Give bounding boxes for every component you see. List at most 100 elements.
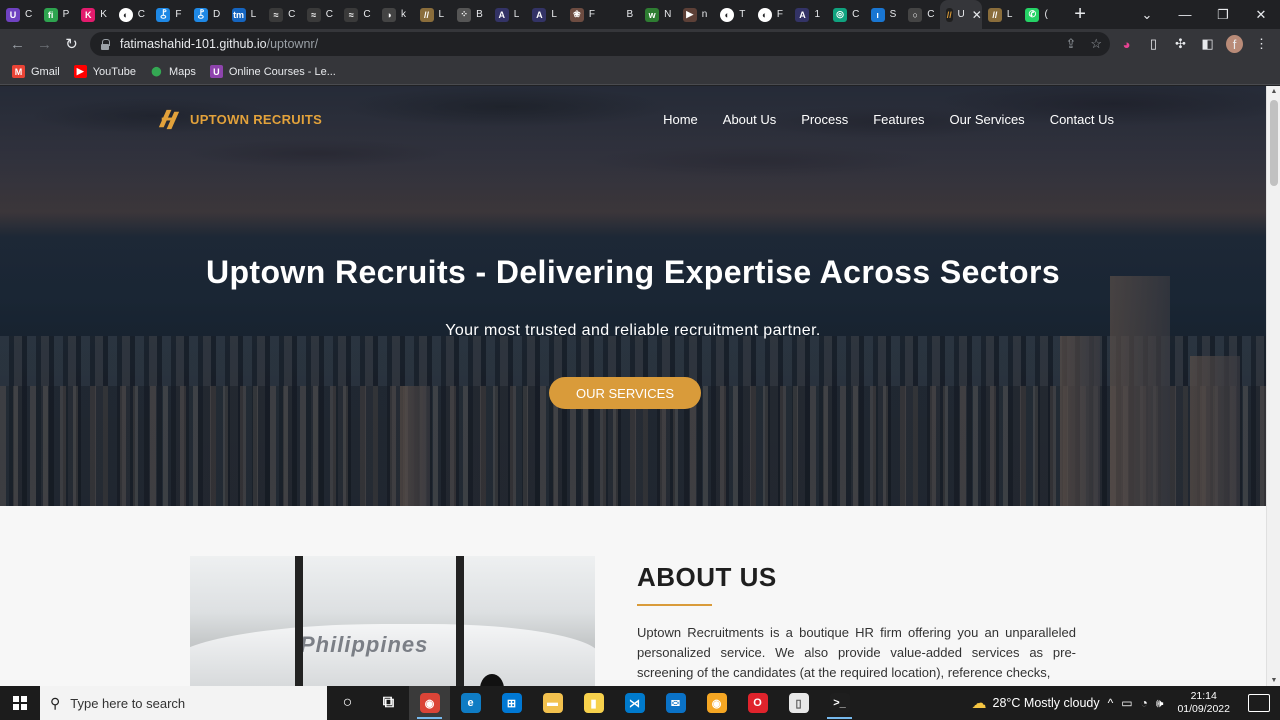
- browser-tab[interactable]: AL: [489, 0, 527, 29]
- menu-icon[interactable]: ⋮: [1253, 36, 1270, 52]
- side-panel-icon[interactable]: ◧: [1199, 36, 1216, 52]
- tab-title: C: [25, 9, 33, 20]
- file-explorer-taskbar-button[interactable]: ▬: [532, 686, 573, 720]
- lock-icon[interactable]: [100, 38, 110, 50]
- nav-link-features[interactable]: Features: [873, 112, 924, 127]
- browser-tab[interactable]: ❀ F: [564, 0, 602, 29]
- browser-tab[interactable]: ⯛ D: [188, 0, 226, 29]
- task-view-taskbar-button[interactable]: ⧉: [368, 686, 409, 720]
- show-hidden-icons-icon[interactable]: ^: [1108, 696, 1114, 710]
- opera-taskbar-button[interactable]: O: [737, 686, 778, 720]
- browser-tab[interactable]: tm L: [226, 0, 264, 29]
- browser-tab[interactable]: ⯛ F: [150, 0, 188, 29]
- browser-tab[interactable]: ◎ C: [827, 0, 865, 29]
- vscode-taskbar-button[interactable]: ⋊: [614, 686, 655, 720]
- mail-taskbar-button[interactable]: ✉: [655, 686, 696, 720]
- browser-tab[interactable]: wN: [639, 0, 677, 29]
- forward-button[interactable]: →: [31, 36, 58, 53]
- profile-avatar[interactable]: f: [1226, 35, 1243, 53]
- browser-tab[interactable]: // L: [414, 0, 452, 29]
- cortana-taskbar-button[interactable]: ○: [327, 686, 368, 720]
- browser-tab[interactable]: ≈ C: [263, 0, 301, 29]
- nav-link-process[interactable]: Process: [801, 112, 848, 127]
- volume-icon[interactable]: 🕪: [1156, 696, 1164, 711]
- taskbar-search[interactable]: ⚲ Type here to search: [40, 686, 327, 720]
- browser-tab[interactable]: ◑ k: [376, 0, 414, 29]
- tab-favicon-icon: ▶: [682, 7, 697, 22]
- nav-link-our-services[interactable]: Our Services: [950, 112, 1025, 127]
- extensions-icon[interactable]: ✣: [1172, 36, 1189, 52]
- reading-mode-icon[interactable]: ▯: [1145, 36, 1162, 52]
- minimize-icon[interactable]: —: [1166, 7, 1204, 22]
- bookmark-label: Maps: [168, 65, 196, 78]
- tab-title: T: [739, 9, 746, 20]
- notepad-taskbar-button[interactable]: ▯: [778, 686, 819, 720]
- browser-tab[interactable]: ≈ C: [301, 0, 339, 29]
- browser-tab[interactable]: ◐ T: [714, 0, 752, 29]
- page-scrollbar[interactable]: ▲ ▼: [1266, 86, 1280, 686]
- wifi-icon[interactable]: ◔: [1141, 696, 1148, 710]
- bookmark-item[interactable]: ⬤ Maps: [150, 65, 196, 78]
- restore-icon[interactable]: ❐: [1204, 7, 1242, 23]
- tab-title: C: [288, 9, 296, 20]
- our-services-button[interactable]: OUR SERVICES: [549, 377, 701, 409]
- scroll-up-icon[interactable]: ▲: [1270, 88, 1278, 95]
- terminal-taskbar-button[interactable]: >_: [819, 686, 860, 720]
- browser-tab[interactable]: ıS: [865, 0, 903, 29]
- browser-tab[interactable]: ≈ C: [338, 0, 376, 29]
- edge-taskbar-button[interactable]: e: [450, 686, 491, 720]
- clock[interactable]: 21:14 01/09/2022: [1177, 690, 1230, 716]
- browser-tab[interactable]: fi P: [38, 0, 76, 29]
- bookmark-item[interactable]: M Gmail: [12, 65, 60, 78]
- tab-title: D: [212, 9, 221, 20]
- browser-tab[interactable]: UC: [0, 0, 38, 29]
- browser-tab[interactable]: AL: [526, 0, 564, 29]
- back-button[interactable]: ←: [4, 36, 31, 53]
- battery-icon[interactable]: ▭: [1121, 696, 1132, 710]
- tab-title: n: [701, 9, 708, 20]
- bookmark-item[interactable]: U Online Courses - Le...: [209, 65, 336, 78]
- start-button[interactable]: [0, 686, 40, 720]
- tab-close-icon[interactable]: ✕: [972, 8, 982, 22]
- browser-tab[interactable]: ⁘ B: [451, 0, 489, 29]
- chrome-canary-icon: ◉: [706, 693, 727, 713]
- chrome-icon: ◉: [419, 693, 440, 713]
- browser-tab[interactable]: ◐ F: [752, 0, 790, 29]
- browser-tab[interactable]: ✆(: [1019, 0, 1057, 29]
- reload-button[interactable]: ↻: [58, 35, 85, 53]
- browser-tab[interactable]: ○ C: [902, 0, 940, 29]
- extension-color-icon[interactable]: ◕: [1118, 37, 1135, 52]
- browser-tab[interactable]: B: [602, 0, 640, 29]
- scrollbar-thumb[interactable]: [1270, 100, 1278, 186]
- new-tab-button[interactable]: +: [1065, 3, 1095, 26]
- tab-title: C: [363, 9, 371, 20]
- browser-tab[interactable]: A1: [789, 0, 827, 29]
- tab-search-icon[interactable]: ⌄: [1128, 7, 1166, 23]
- address-bar[interactable]: fatimashahid-101.github.io/uptownr/ ⇪ ☆: [90, 32, 1110, 56]
- share-icon[interactable]: ⇪: [1065, 36, 1076, 52]
- site-nav: Home About Us Process Features Our Services C…: [663, 112, 1114, 127]
- tab-favicon-icon: ≈: [269, 7, 284, 22]
- weather-widget[interactable]: ☁ 28°C Mostly cloudy: [972, 694, 1100, 712]
- chrome-canary-taskbar-button[interactable]: ◉: [696, 686, 737, 720]
- scroll-down-icon[interactable]: ▼: [1270, 677, 1278, 684]
- notifications-icon[interactable]: [1248, 694, 1270, 712]
- sticky-notes-taskbar-button[interactable]: ▮: [573, 686, 614, 720]
- nav-link-contact-us[interactable]: Contact Us: [1050, 112, 1114, 127]
- browser-tab-active[interactable]: // U ✕: [939, 0, 982, 29]
- chrome-taskbar-button[interactable]: ◉: [409, 686, 450, 720]
- close-window-icon[interactable]: ✕: [1242, 7, 1280, 23]
- bookmark-star-icon[interactable]: ☆: [1090, 36, 1102, 52]
- browser-tab[interactable]: // L: [982, 0, 1020, 29]
- browser-tab[interactable]: ◐ C: [113, 0, 151, 29]
- tab-title: L: [250, 9, 257, 20]
- store-taskbar-button[interactable]: ⊞: [491, 686, 532, 720]
- url-path: /uptownr/: [266, 37, 319, 51]
- site-logo[interactable]: UPTOWN RECRUITS: [155, 106, 322, 133]
- browser-tab[interactable]: KK: [75, 0, 113, 29]
- browser-tab[interactable]: ▶ n: [677, 0, 715, 29]
- nav-link-about-us[interactable]: About Us: [723, 112, 776, 127]
- nav-link-home[interactable]: Home: [663, 112, 698, 127]
- hero-tower: [1190, 356, 1240, 506]
- bookmark-item[interactable]: ▶ YouTube: [73, 65, 136, 78]
